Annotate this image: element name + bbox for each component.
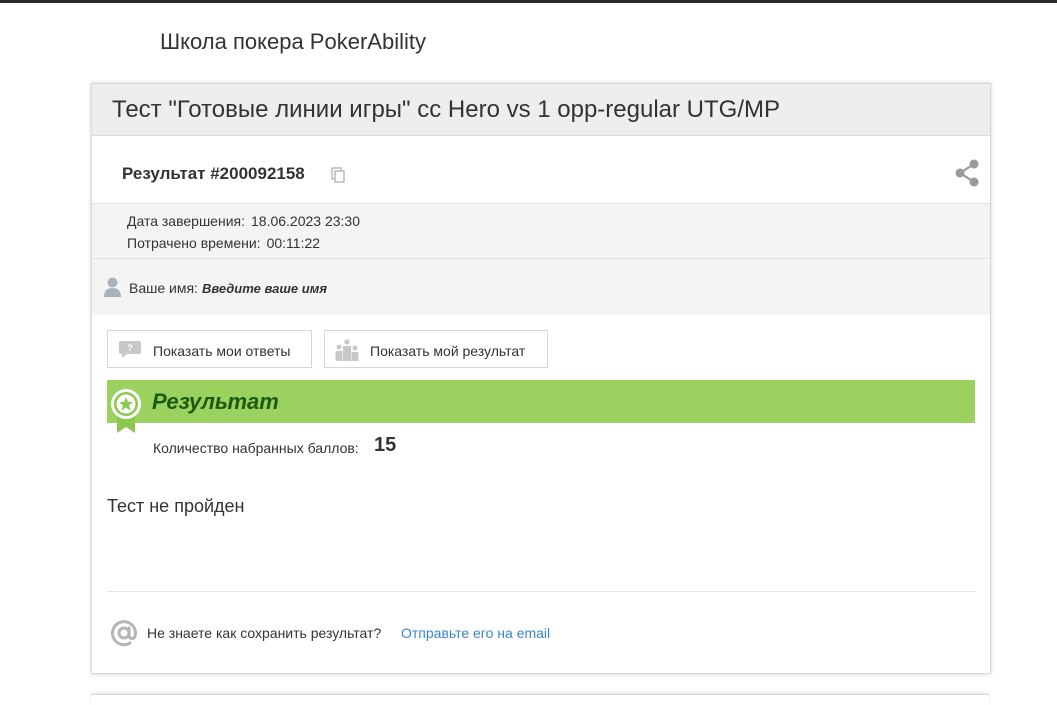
- show-answers-button[interactable]: ? Показать мои ответы: [107, 330, 312, 368]
- site-title: Школа покера PokerAbility: [160, 29, 426, 54]
- send-email-link[interactable]: Отправьте его на email: [401, 625, 550, 641]
- finished-value: 18.06.2023 23:30: [251, 213, 360, 229]
- question-bubble-icon: ?: [119, 341, 141, 358]
- save-result-question: Не знаете как сохранить результат?: [147, 625, 382, 641]
- result-id-row: Результат #200092158: [92, 136, 990, 204]
- result-banner: Результат: [107, 380, 975, 423]
- test-verdict: Тест не пройден: [107, 496, 245, 516]
- at-sign-icon: [111, 620, 138, 647]
- user-icon: [104, 277, 121, 297]
- spent-label: Потрачено времени:: [127, 235, 261, 251]
- spent-line: Потрачено времени: 00:11:22: [127, 235, 320, 251]
- score-label: Количество набранных баллов:: [153, 440, 359, 456]
- result-id: Результат #200092158: [122, 164, 305, 183]
- show-answers-label: Показать мои ответы: [153, 343, 291, 359]
- score-value: 15: [374, 434, 397, 456]
- show-result-label: Показать мой результат: [370, 343, 526, 359]
- share-icon[interactable]: [954, 159, 980, 187]
- finished-label: Дата завершения:: [127, 213, 245, 229]
- meta-block: Дата завершения: 18.06.2023 23:30 Потраче…: [92, 204, 990, 259]
- show-result-button[interactable]: Показать мой результат: [324, 330, 548, 368]
- result-banner-title: Результат: [152, 389, 279, 414]
- podium-icon: [335, 339, 359, 361]
- spent-value: 00:11:22: [266, 235, 321, 251]
- award-badge-icon: [111, 389, 141, 433]
- name-input[interactable]: Введите ваше имя: [202, 281, 327, 296]
- result-card: Тест "Готовые линии игры" cc Hero vs 1 o…: [91, 83, 991, 674]
- finished-line: Дата завершения: 18.06.2023 23:30: [127, 213, 360, 229]
- card-header: Тест "Готовые линии игры" cc Hero vs 1 o…: [92, 84, 990, 136]
- svg-text:?: ?: [127, 343, 133, 353]
- test-title: Тест "Готовые линии игры" cc Hero vs 1 o…: [112, 96, 781, 123]
- name-row: Ваше имя: Введите ваше имя: [129, 280, 327, 296]
- top-bar: [0, 0, 1057, 3]
- copy-icon[interactable]: [331, 167, 345, 183]
- divider: [107, 591, 975, 592]
- name-label: Ваше имя:: [129, 280, 198, 296]
- name-block: Ваше имя: Введите ваше имя: [92, 259, 990, 315]
